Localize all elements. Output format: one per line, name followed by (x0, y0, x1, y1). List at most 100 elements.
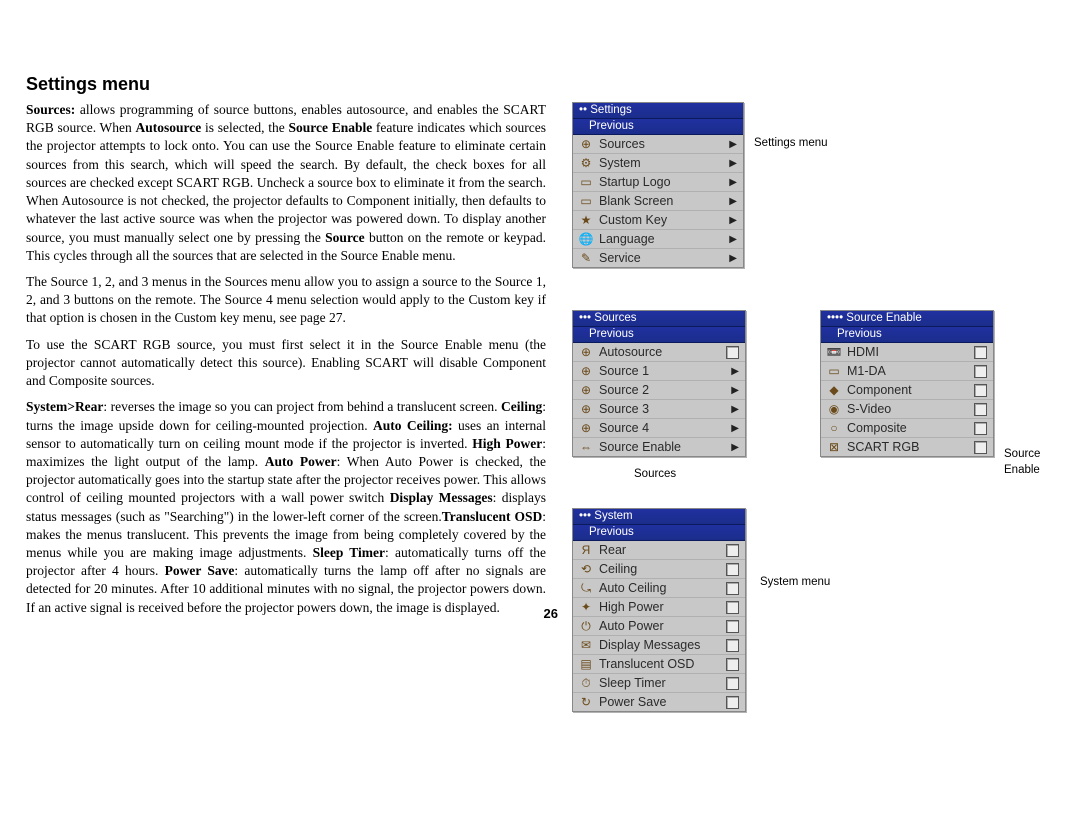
sources-item-2[interactable]: ⊕Source 2▶ (573, 381, 745, 400)
sources-item-2-icon: ⊕ (577, 382, 595, 398)
settings-item-4-label: Custom Key (599, 213, 667, 227)
sourceEnable-item-1-checkbox[interactable] (974, 365, 987, 378)
sources-previous[interactable]: Previous (573, 327, 745, 343)
system-item-2-icon: ⤿ (577, 580, 595, 596)
system-item-3-checkbox[interactable] (726, 601, 739, 614)
sources-item-2-label: Source 2 (599, 383, 649, 397)
sourceEnable-item-3-icon: ◉ (825, 401, 843, 417)
settings-previous[interactable]: Previous (573, 119, 743, 135)
settings-title: •• Settings (573, 103, 743, 119)
system-item-5-label: Display Messages (599, 638, 700, 652)
paragraph-scart: To use the SCART RGB source, you must fi… (26, 336, 546, 391)
chevron-right-icon: ▶ (725, 423, 739, 434)
sources-item-3[interactable]: ⊕Source 3▶ (573, 400, 745, 419)
settings-item-0-icon: ⊕ (577, 136, 595, 152)
system-item-8[interactable]: ↻Power Save (573, 693, 745, 711)
system-item-1-icon: ⟲ (577, 561, 595, 577)
caption-system-menu: System menu (760, 576, 830, 588)
sources-item-0-label: Autosource (599, 345, 662, 359)
system-item-5[interactable]: ✉Display Messages (573, 636, 745, 655)
system-item-1[interactable]: ⟲Ceiling (573, 560, 745, 579)
paragraph-sources: Sources: allows programming of source bu… (26, 101, 546, 265)
sourceEnable-item-5-checkbox[interactable] (974, 441, 987, 454)
system-item-6-checkbox[interactable] (726, 658, 739, 671)
sources-item-0[interactable]: ⊕ Autosource (573, 343, 745, 362)
sourceEnable-item-2[interactable]: ◆Component (821, 381, 993, 400)
settings-item-3[interactable]: ▭ Blank Screen ▶ (573, 192, 743, 211)
sources-item-0-checkbox[interactable] (726, 346, 739, 359)
sourceEnable-item-3-checkbox[interactable] (974, 403, 987, 416)
system-item-6[interactable]: ▤Translucent OSD (573, 655, 745, 674)
settings-item-4[interactable]: ★Custom Key▶ (573, 211, 743, 230)
chevron-right-icon: ▶ (723, 139, 737, 150)
chevron-right-icon: ▶ (725, 442, 739, 453)
sourceEnable-item-5[interactable]: ⊠SCART RGB (821, 438, 993, 456)
sourceEnable-item-3-label: S-Video (847, 402, 891, 416)
system-item-2[interactable]: ⤿Auto Ceiling (573, 579, 745, 598)
sources-item-0-icon: ⊕ (577, 344, 595, 360)
settings-item-3-label: Blank Screen (599, 194, 673, 208)
caption-sources: Sources (634, 468, 676, 480)
sources-item-5-icon: ⇔ (577, 439, 595, 455)
chevron-right-icon: ▶ (723, 234, 737, 245)
system-item-0-label: Rear (599, 543, 626, 557)
sourceEnable-item-4-icon: ○ (825, 420, 843, 436)
menu-system: ••• SystemPreviousЯRear⟲Ceiling⤿Auto Cei… (572, 508, 746, 712)
settings-item-1[interactable]: ⚙System▶ (573, 154, 743, 173)
sources-item-1[interactable]: ⊕ Source 1 ▶ (573, 362, 745, 381)
system-item-2-checkbox[interactable] (726, 582, 739, 595)
menu-settings: •• SettingsPrevious⊕Sources▶⚙System▶▭Sta… (572, 102, 744, 268)
sourceEnable-item-2-checkbox[interactable] (974, 384, 987, 397)
sourceEnable-item-1-icon: ▭ (825, 363, 843, 379)
sources-item-3-icon: ⊕ (577, 401, 595, 417)
settings-item-0[interactable]: ⊕ Sources ▶ (573, 135, 743, 154)
system-item-0-checkbox[interactable] (726, 544, 739, 557)
sourceEnable-item-3[interactable]: ◉ S-Video (821, 400, 993, 419)
caption-source-enable-1: Source (1004, 448, 1040, 460)
settings-item-0-label: Sources (599, 137, 645, 151)
sourceEnable-item-4-checkbox[interactable] (974, 422, 987, 435)
sourceEnable-item-4[interactable]: ○Composite (821, 419, 993, 438)
sourceEnable-item-5-icon: ⊠ (825, 439, 843, 455)
settings-item-6[interactable]: ✎Service▶ (573, 249, 743, 267)
settings-item-2[interactable]: ▭Startup Logo▶ (573, 173, 743, 192)
system-item-7[interactable]: ⏱Sleep Timer (573, 674, 745, 693)
sources-title: ••• Sources (573, 311, 745, 327)
system-item-0[interactable]: ЯRear (573, 541, 745, 560)
sourceEnable-item-1[interactable]: ▭M1-DA (821, 362, 993, 381)
system-item-4-checkbox[interactable] (726, 620, 739, 633)
settings-item-5-icon: 🌐 (577, 231, 595, 247)
system-item-7-checkbox[interactable] (726, 677, 739, 690)
system-item-3[interactable]: ✦High Power (573, 598, 745, 617)
system-item-3-label: High Power (599, 600, 664, 614)
sources-item-5[interactable]: ⇔Source Enable▶ (573, 438, 745, 456)
sourceEnable-item-0-label: HDMI (847, 345, 879, 359)
sources-item-3-label: Source 3 (599, 402, 649, 416)
settings-item-3-icon: ▭ (577, 193, 595, 209)
system-item-4[interactable]: ⏻Auto Power (573, 617, 745, 636)
system-item-1-checkbox[interactable] (726, 563, 739, 576)
chevron-right-icon: ▶ (723, 196, 737, 207)
system-item-8-icon: ↻ (577, 694, 595, 710)
sources-item-4[interactable]: ⊕Source 4▶ (573, 419, 745, 438)
chevron-right-icon: ▶ (723, 177, 737, 188)
sources-item-1-icon: ⊕ (577, 363, 595, 379)
settings-item-5[interactable]: 🌐Language▶ (573, 230, 743, 249)
sourceEnable-item-0-checkbox[interactable] (974, 346, 987, 359)
system-item-8-checkbox[interactable] (726, 696, 739, 709)
sourceEnable-item-0[interactable]: 📼HDMI (821, 343, 993, 362)
sources-item-4-icon: ⊕ (577, 420, 595, 436)
system-item-7-icon: ⏱ (577, 675, 595, 691)
sources-item-1-label: Source 1 (599, 364, 649, 378)
bold-sources: Sources: (26, 102, 75, 117)
chevron-right-icon: ▶ (723, 158, 737, 169)
system-item-5-checkbox[interactable] (726, 639, 739, 652)
chevron-right-icon: ▶ (723, 253, 737, 264)
settings-item-6-icon: ✎ (577, 250, 595, 266)
system-item-4-icon: ⏻ (577, 618, 595, 634)
settings-item-1-icon: ⚙ (577, 155, 595, 171)
system-previous[interactable]: Previous (573, 525, 745, 541)
sourceEnable-previous[interactable]: Previous (821, 327, 993, 343)
settings-item-2-label: Startup Logo (599, 175, 671, 189)
chevron-right-icon: ▶ (725, 366, 739, 377)
